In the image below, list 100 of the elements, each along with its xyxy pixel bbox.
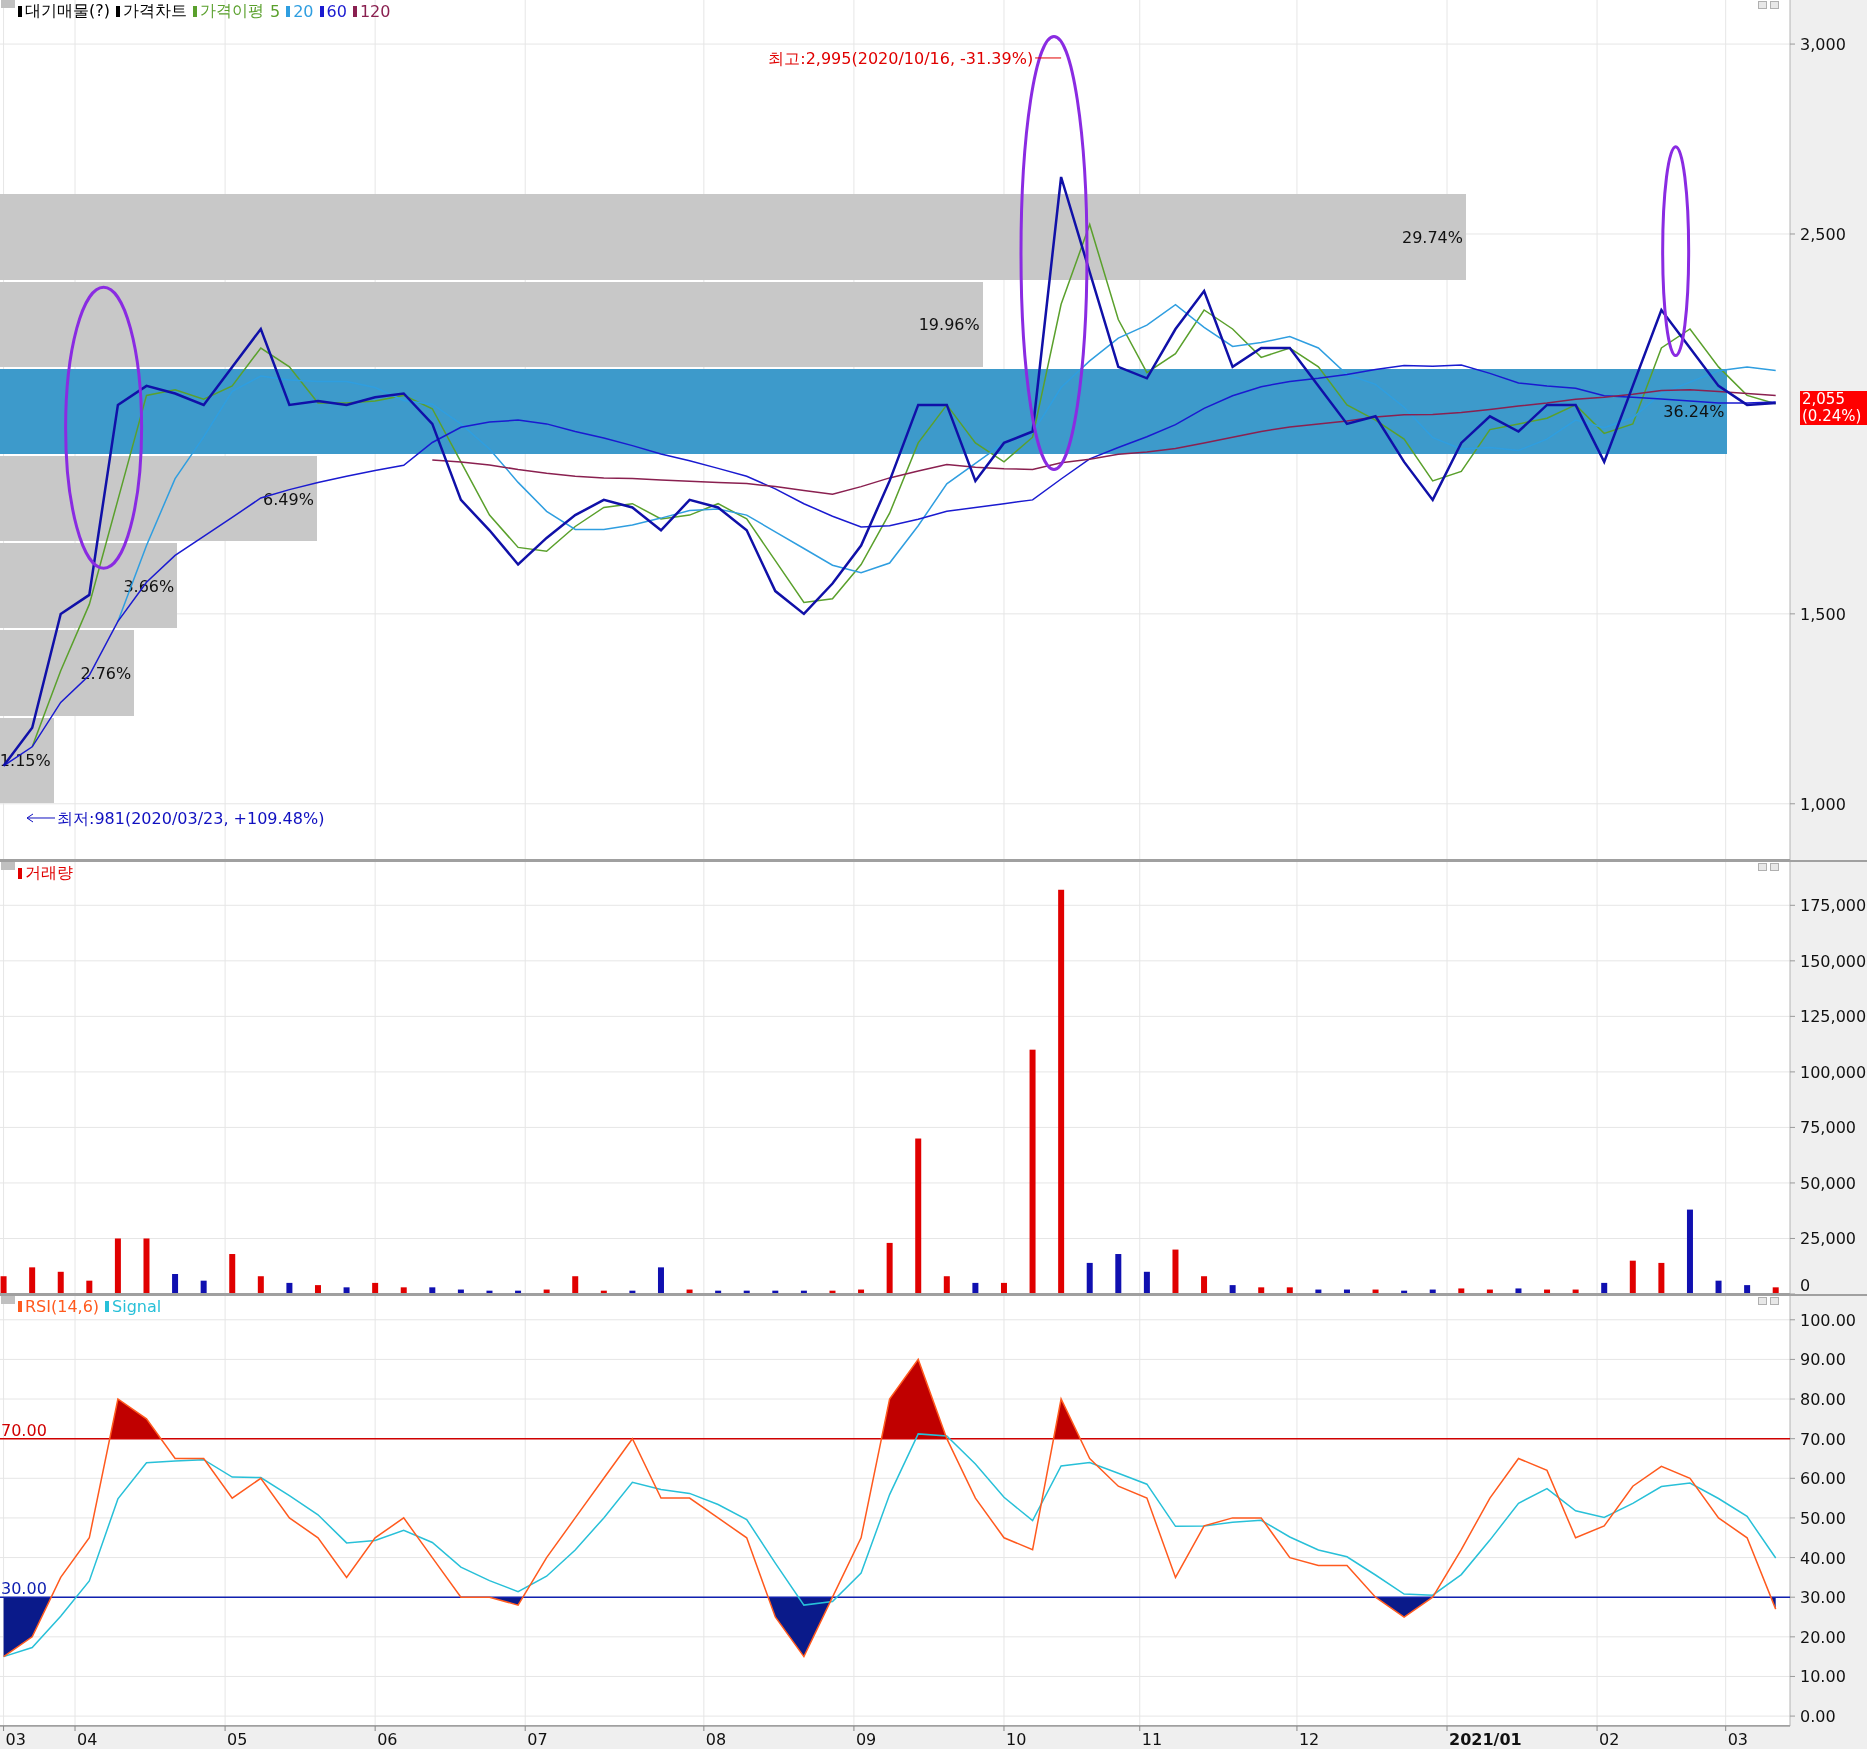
axis-label: 11 [1141, 1730, 1163, 1749]
legend-label: 120 [359, 2, 391, 21]
legend-label: 가격차트 [123, 1, 187, 22]
axis-label: 3,000 [1800, 35, 1846, 55]
volume-bar [114, 1238, 121, 1294]
volume-bar [257, 1276, 264, 1294]
leader-line [1034, 57, 1062, 59]
axis-label: 175,000 [1800, 896, 1867, 916]
volume-bar [1143, 1271, 1150, 1294]
axis-label: 90.00 [1800, 1350, 1846, 1370]
pane-handle-icon[interactable] [1, 0, 15, 8]
volume-bar [286, 1282, 293, 1294]
legend-label: 거래량 [25, 863, 73, 884]
axis-label: 1,000 [1800, 794, 1846, 814]
volume-profile-label: 36.24% [1663, 401, 1725, 421]
axis-label: 40.00 [1800, 1548, 1846, 1568]
volume-bar [886, 1242, 893, 1294]
maximize-icon[interactable] [1758, 1, 1767, 9]
volume-bar [400, 1287, 407, 1294]
volume-bar [1115, 1254, 1122, 1294]
axis-label: 100,000 [1800, 1062, 1867, 1082]
volume-bar [429, 1287, 436, 1294]
axis-label: 0 [1800, 1276, 1811, 1294]
volume-bar [972, 1282, 979, 1294]
axis-label: 2,500 [1800, 225, 1846, 244]
axis-label: 03 [1727, 1730, 1749, 1749]
maximize-icon[interactable] [1758, 1297, 1767, 1305]
volume-bar [0, 1276, 7, 1294]
volume-bar [1086, 1262, 1093, 1294]
maximize-icon[interactable] [1758, 863, 1767, 871]
axis-label: 12 [1298, 1730, 1320, 1749]
axis-label: 50,000 [1800, 1173, 1856, 1193]
axis-label: 100.00 [1800, 1310, 1856, 1330]
axis-label: 50.00 [1800, 1508, 1846, 1528]
volume-bar [1658, 1262, 1665, 1294]
volume-bar [372, 1282, 379, 1294]
axis-label: 1,500 [1800, 604, 1846, 624]
axis-label: 20.00 [1800, 1627, 1846, 1647]
volume-bar [943, 1276, 950, 1294]
axis-label: 10.00 [1800, 1667, 1846, 1687]
legend-label: 대기매물(?) [25, 1, 110, 22]
reference-label: 70.00 [1, 1420, 47, 1440]
volume-bar [57, 1271, 64, 1294]
legend-label: 60 [326, 2, 347, 21]
volume-bar [1172, 1249, 1179, 1294]
axis-label: 80.00 [1800, 1390, 1846, 1410]
close-icon[interactable] [1770, 863, 1779, 871]
volume-profile-label: 29.74% [1402, 227, 1463, 247]
axis-label: 25,000 [1800, 1229, 1856, 1249]
close-icon[interactable] [1770, 1297, 1779, 1305]
volume-bar [172, 1274, 179, 1294]
current-price-tag: 2,055 (0.24%) [1800, 391, 1867, 425]
axis-label: 30.00 [1800, 1588, 1846, 1608]
axis-label: 10 [1005, 1730, 1027, 1749]
legend-label: RSI(14,6) [25, 1297, 100, 1316]
volume-bar [29, 1267, 36, 1294]
volume-profile-label: 6.49% [263, 489, 314, 509]
volume-bar [1229, 1285, 1236, 1294]
legend-label: 5 [270, 2, 281, 21]
volume-bar [315, 1285, 321, 1294]
low-price-label: 최저:981(2020/03/23, +109.48%) [57, 809, 325, 828]
volume-bar [1629, 1260, 1636, 1294]
volume-bar [1601, 1282, 1608, 1294]
volume-bar [1515, 1288, 1522, 1294]
axis-label: 08 [705, 1730, 727, 1749]
arrow-icon [26, 813, 56, 823]
axis-label: 07 [527, 1730, 548, 1749]
pane-handle-icon[interactable] [1, 862, 15, 870]
pane-handle-icon[interactable] [1, 1296, 15, 1304]
reference-label: 30.00 [1, 1579, 47, 1599]
volume-bar [1458, 1288, 1465, 1294]
axis-label: 04 [77, 1730, 98, 1749]
volume-bar [572, 1276, 579, 1294]
volume-bar [343, 1287, 350, 1294]
axis-label: 125,000 [1800, 1007, 1867, 1027]
legend-label: Signal [112, 1297, 162, 1316]
axis-label: 150,000 [1800, 951, 1867, 971]
volume-bar [1258, 1287, 1265, 1294]
volume-bar [1772, 1287, 1779, 1294]
volume-bar [1715, 1280, 1722, 1294]
axis-label: 03 [5, 1730, 26, 1749]
volume-bar [1744, 1285, 1751, 1294]
volume-bar [1201, 1276, 1208, 1294]
axis-label: 05 [227, 1730, 248, 1749]
axis-label: 09 [855, 1730, 877, 1749]
axis-label: 2021/01 [1449, 1730, 1522, 1749]
volume-bar [143, 1238, 150, 1294]
volume-profile-label: 19.96% [918, 314, 980, 334]
volume-bar [1000, 1282, 1007, 1294]
volume-bar [1286, 1287, 1293, 1294]
close-icon[interactable] [1770, 1, 1779, 9]
high-price-label: 최고:2,995(2020/10/16, -31.39%) [768, 48, 1034, 68]
axis-label: 75,000 [1800, 1118, 1856, 1138]
axis-label: 06 [377, 1730, 398, 1749]
volume-bar [200, 1280, 207, 1294]
legend-label: 가격이평 [200, 1, 264, 22]
volume-bar [658, 1267, 664, 1294]
volume-bar [229, 1254, 236, 1294]
legend-label: 20 [293, 2, 314, 21]
axis-label: 70.00 [1800, 1429, 1846, 1449]
